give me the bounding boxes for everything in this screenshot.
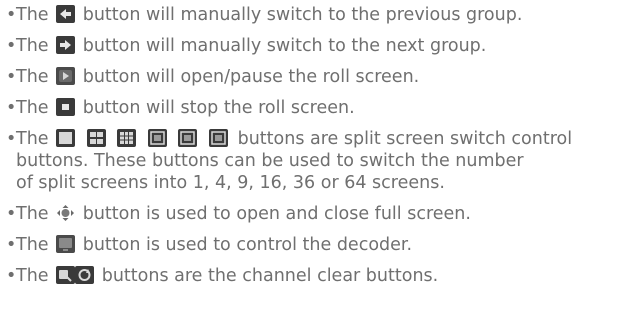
item-text: button is used to control the decoder. (82, 235, 413, 255)
item-text-line-2: buttons. These buttons can be used to sw… (16, 151, 524, 171)
item-text: buttons are split screen switch control (237, 129, 573, 149)
split-16-icon (147, 129, 167, 147)
split-9-icon (117, 129, 137, 147)
decoder-icon (56, 235, 76, 253)
list-item-previous: • The button will manually switch to the… (6, 4, 644, 26)
item-prefix: The (16, 98, 49, 118)
split-36-icon (178, 129, 198, 147)
item-text: buttons are the channel clear buttons. (101, 266, 439, 286)
list-item-roll-open: • The button will open/pause the roll sc… (6, 66, 644, 88)
item-prefix: The (16, 5, 49, 25)
list-item-next: • The button will manually switch to the… (6, 35, 644, 57)
instruction-list: • The button will manually switch to the… (0, 0, 644, 287)
item-text: button will stop the roll screen. (82, 98, 355, 118)
bullet: • (6, 235, 17, 255)
item-prefix: The (16, 266, 49, 286)
item-text: button will manually switch to the next … (82, 36, 487, 56)
arrow-right-icon (56, 36, 76, 54)
list-item-roll-stop: • The button will stop the roll screen. (6, 97, 644, 119)
list-item-split-screens: • The buttons are split screen switch co… (6, 128, 644, 194)
bullet: • (6, 98, 17, 118)
list-item-channel-clear: • The buttons are the channel clear butt… (6, 265, 644, 287)
item-text-line-3: of split screens into 1, 4, 9, 16, 36 or… (16, 173, 445, 193)
list-item-decoder: • The button is used to control the deco… (6, 234, 644, 256)
item-prefix: The (16, 129, 49, 149)
bullet: • (6, 129, 17, 149)
split-1-icon (56, 129, 76, 147)
item-text: button will manually switch to the previ… (82, 5, 523, 25)
bullet: • (6, 36, 17, 56)
item-prefix: The (16, 235, 49, 255)
item-text: button will open/pause the roll screen. (82, 67, 420, 87)
split-4-icon (86, 129, 106, 147)
item-prefix: The (16, 36, 49, 56)
bullet: • (6, 266, 17, 286)
bullet: • (6, 67, 17, 87)
bullet: • (6, 204, 17, 224)
channel-clear-icon (56, 266, 76, 284)
full-screen-icon (56, 204, 75, 222)
roll-screen-play-pause-icon (56, 67, 76, 85)
list-item-full-screen: • The button is used to open and close f… (6, 203, 644, 225)
arrow-left-icon (56, 5, 76, 23)
item-prefix: The (16, 204, 49, 224)
item-text: button is used to open and close full sc… (82, 204, 471, 224)
stop-icon (56, 98, 76, 116)
split-64-icon (209, 129, 229, 147)
refresh-icon (75, 266, 95, 284)
bullet: • (6, 5, 17, 25)
item-prefix: The (16, 67, 49, 87)
